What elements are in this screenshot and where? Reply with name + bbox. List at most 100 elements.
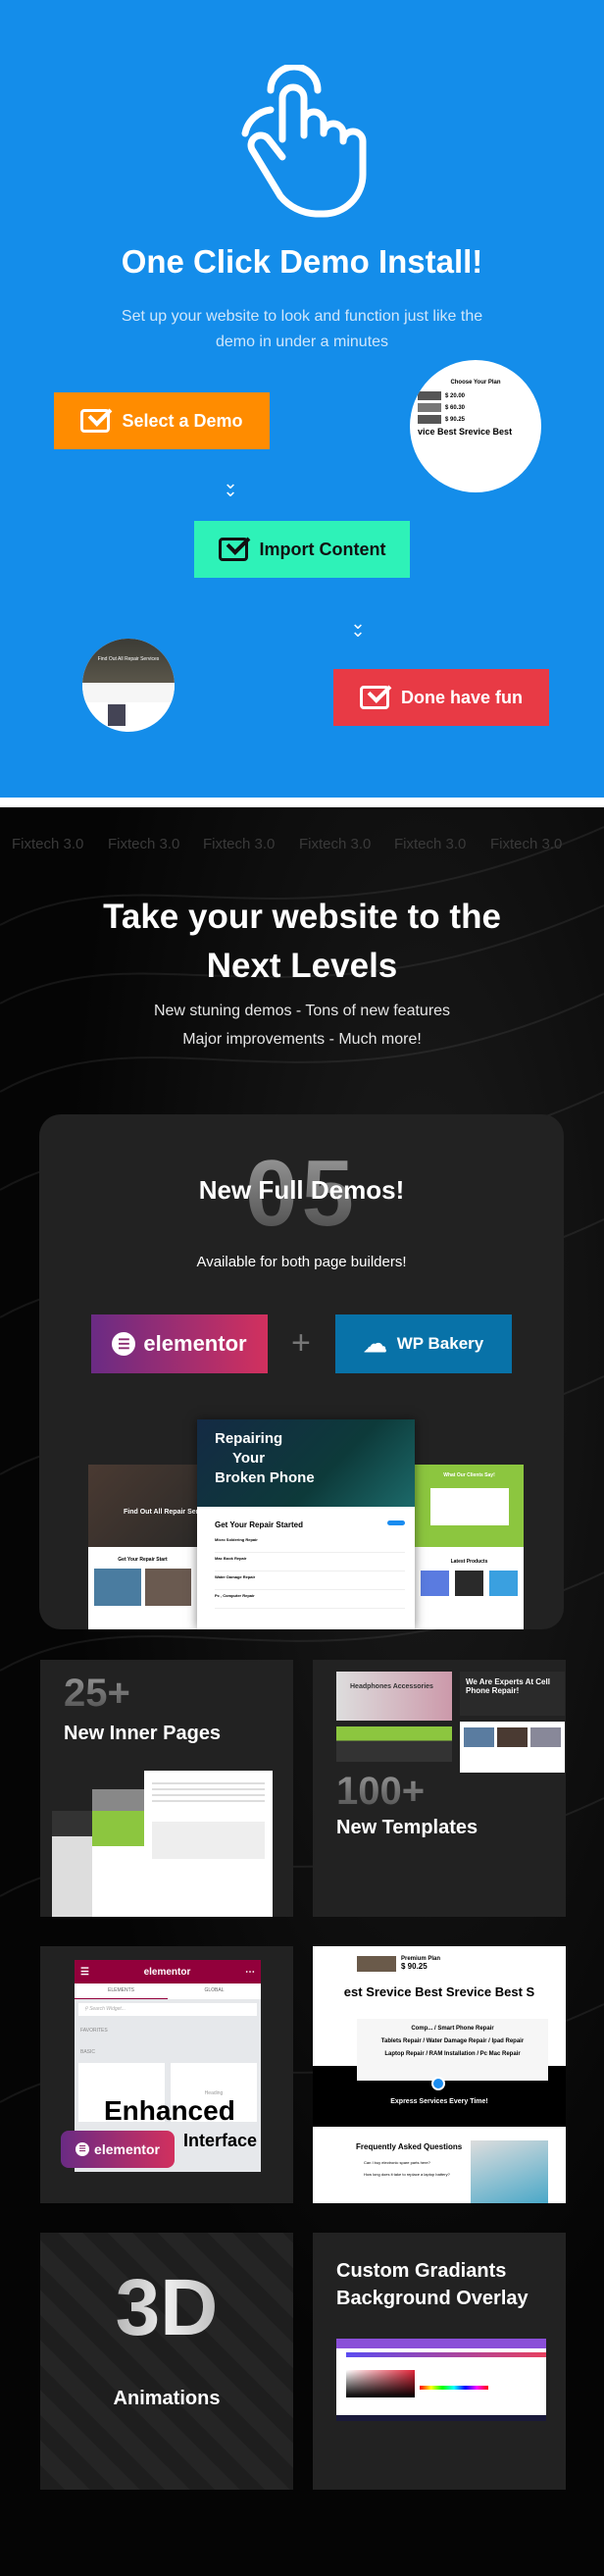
preview-heading: Choose Your Plan	[450, 380, 501, 386]
intro-subtitle-line: demo in under a minutes	[215, 334, 389, 350]
menu-icon[interactable]: ☰	[80, 1967, 89, 1978]
select-demo-button[interactable]: Select a Demo	[54, 392, 270, 449]
intro-subtitle-line: Set up your website to look and function…	[121, 308, 483, 325]
checkbox-icon	[218, 538, 248, 561]
demo-screenshot-center: Repairing Your Broken Phone Get Your Rep…	[197, 1419, 415, 1629]
step-label: Done have fun	[400, 687, 523, 707]
marquee-item: Fixtech 3.0	[108, 836, 180, 852]
preview-marquee: vice Best Srevice Best	[418, 427, 513, 437]
enhanced-text: Enhanced	[104, 2095, 235, 2126]
subtitle-line: New stuning demos - Tons of new features	[153, 1003, 451, 1019]
interface-tile: ☰ elementor ⋯ ELEMENTS GLOBAL ⚲ Search Widg…	[40, 1946, 293, 2203]
elementor-button[interactable]: ☰ elementor	[91, 1314, 268, 1373]
intro-section: One Click Demo Install! Set up your webs…	[0, 0, 604, 798]
preview-price: $ 20.00	[445, 392, 466, 399]
search-placeholder: Search Widget...	[89, 2006, 126, 2012]
hero-title-line: Repairing	[215, 1430, 283, 1447]
tile-number: 100+	[336, 1770, 426, 1813]
color-area	[346, 2370, 415, 2397]
color-picker-screenshot	[336, 2339, 546, 2421]
tile-label: Background Overlay	[336, 2288, 528, 2309]
template-thumbnail: We Are Experts At Cell Phone Repair!	[460, 1672, 565, 1716]
headline-line: Take your website to the	[103, 898, 501, 936]
gradient-slider	[346, 2352, 546, 2357]
service-item: Pc , Computer Repair	[215, 1593, 405, 1609]
elementor-logo-icon: ☰	[76, 2142, 90, 2156]
play-icon[interactable]	[431, 2077, 445, 2090]
marquee-item: Fixtech 3.0	[299, 836, 372, 852]
done-have-fun-button[interactable]: Done have fun	[333, 669, 549, 726]
animations-tile: 3D Animations	[40, 2233, 293, 2490]
search-widget-input[interactable]: ⚲ Search Widget...	[78, 2003, 257, 2016]
repair-photo	[471, 2140, 548, 2203]
services-tile: Premium Plan $ 90.25 est Srevice Best Sre…	[313, 1946, 566, 2203]
plan-price: $ 90.25	[401, 1962, 428, 1971]
interface-text: Interface	[183, 2131, 258, 2150]
service-marquee: est Srevice Best Srevice Best S	[343, 1984, 535, 1999]
elementor-badge: ☰ elementor	[61, 2131, 175, 2168]
service-item: Water Damage Repair	[215, 1574, 405, 1590]
preview-price: $ 60.30	[445, 404, 466, 411]
hero-title-line: Your	[232, 1450, 266, 1467]
favorites-section[interactable]: FAVORITES	[75, 2020, 261, 2041]
demos-subtitle: Available for both page builders!	[196, 1254, 407, 1270]
template-thumbnail	[336, 1726, 452, 1762]
faq-question: Can I buy electronic spare parts here?	[364, 2160, 430, 2165]
intro-subtitle: Set up your website to look and function…	[0, 304, 604, 355]
demos-title: New Full Demos!	[198, 1175, 405, 1205]
faq-title: Frequently Asked Questions	[356, 2142, 463, 2151]
faq-question: How long does it take to replace a lapto…	[364, 2172, 450, 2177]
section-title: Get Your Repair Started	[215, 1520, 303, 1529]
cloud-icon: ☁	[363, 1330, 387, 1358]
wpbakery-label: WP Bakery	[396, 1334, 484, 1353]
tile-label: New Inner Pages	[64, 1723, 222, 1744]
gradients-tile: Custom Gradiants Background Overlay	[313, 2233, 566, 2490]
preview-price: $ 90.25	[445, 416, 466, 423]
checkbox-icon	[80, 409, 111, 433]
tab-elements[interactable]: ELEMENTS	[75, 1984, 168, 1999]
shot-text: Latest Products	[450, 1559, 488, 1565]
basic-section[interactable]: BASIC	[75, 2041, 261, 2063]
page-thumbnail	[144, 1771, 273, 1917]
service-list-row: Comp... / Smart Phone Repair	[411, 2026, 494, 2032]
3d-text: 3D	[40, 2262, 293, 2354]
subtitle-line: Major improvements - Much more!	[182, 1031, 422, 1048]
wpbakery-button[interactable]: ☁ WP Bakery	[335, 1314, 512, 1373]
hero-preview-image: Find Out All Repair Services	[82, 639, 175, 732]
tile-number: 25+	[64, 1672, 130, 1715]
demo-screenshot-right: What Our Clients Say! Latest Products	[415, 1465, 524, 1629]
marquee-item: Fixtech 3.0	[394, 836, 467, 852]
service-list-row: Tablets Repair / Water Damage Repair / I…	[380, 2038, 525, 2044]
tab-global[interactable]: GLOBAL	[168, 1984, 261, 1999]
step-label: Import Content	[259, 539, 386, 559]
shot-text: Find Out All Repair Servic	[88, 1465, 197, 1547]
chevron-double-down-icon: ⌄ ⌄	[223, 473, 238, 500]
template-thumbnail	[460, 1722, 565, 1773]
intro-title: One Click Demo Install!	[121, 243, 483, 280]
checkbox-icon	[359, 686, 389, 709]
import-content-button[interactable]: Import Content	[194, 521, 410, 578]
template-thumbnail: Headphones Accessories	[336, 1672, 452, 1721]
panel-title: elementor	[143, 1966, 191, 1978]
elementor-logo-icon: ☰	[112, 1332, 136, 1356]
new-demos-card: 05 New Full Demos! Available for both pa…	[39, 1114, 564, 1629]
service-list-row: Laptop Repair / RAM Installation / Pc Ma…	[384, 2051, 521, 2057]
demo-screenshot-left: Find Out All Repair Servic Get Your Repa…	[88, 1465, 197, 1629]
express-text: Express Services Every Time!	[390, 2098, 488, 2105]
elementor-label: elementor	[143, 1331, 247, 1356]
grid-icon[interactable]: ⋯	[245, 1967, 255, 1978]
plan-preview-image: Choose Your Plan $ 20.00 $ 60.30 $ 90.25…	[410, 360, 541, 492]
preview-hero-text: Find Out All Repair Services	[82, 639, 175, 683]
headline-subtitle: New stuning demos - Tons of new features…	[0, 997, 604, 1054]
chevron-double-down-icon: ⌄ ⌄	[350, 613, 366, 641]
hero-title-line: Broken Phone	[215, 1469, 315, 1486]
headline: Take your website to the Next Levels	[0, 893, 604, 991]
divider	[0, 798, 604, 807]
marquee-item: Fixtech 3.0	[490, 836, 563, 852]
shot-text: Get Your Repair Start	[118, 1557, 168, 1563]
step-label: Select a Demo	[122, 410, 243, 431]
tap-hand-icon	[241, 65, 367, 218]
tile-label: New Templates	[336, 1817, 478, 1838]
marquee-item: Fixtech 3.0	[12, 836, 84, 852]
templates-tile: Headphones Accessories We Are Experts At…	[313, 1660, 566, 1917]
